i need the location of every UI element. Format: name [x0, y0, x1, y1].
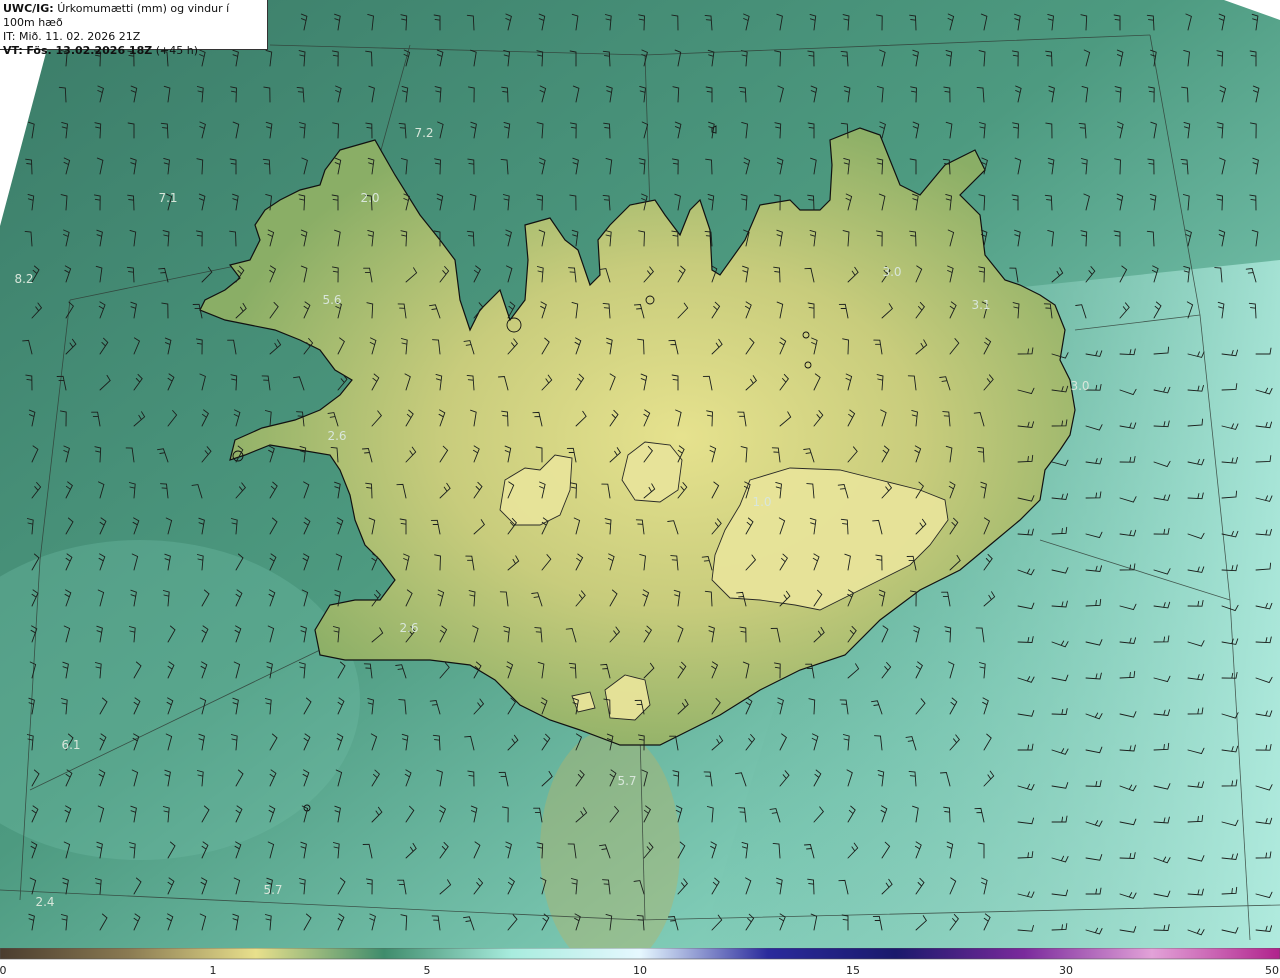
- value-label: 5.7: [263, 883, 282, 897]
- weather-map[interactable]: 7.2 7.1 2.0 8.2 5.6 3.0 3.1 3.0 2.6 1.0 2.6 6.1 5.7 5…: [0, 0, 1280, 948]
- lead-time: (+45 h): [155, 44, 198, 57]
- value-label: 6.1: [61, 738, 80, 752]
- value-label: 7.2: [414, 126, 433, 140]
- value-label: 1.0: [752, 495, 771, 509]
- colorbar: 0 1 5 10 15 30 50: [0, 948, 1280, 978]
- valid-time-line: VT: Fös. 13.02.2026 18Z (+45 h): [3, 44, 264, 58]
- init-time: IT: Mið. 11. 02. 2026 21Z: [3, 30, 141, 43]
- colorbar-tick-label: 30: [1059, 964, 1073, 977]
- map-info-box: UWC/IG: Úrkomumætti (mm) og vindur í 100…: [0, 0, 268, 57]
- colorbar-tick-label: 50: [1265, 964, 1279, 977]
- value-label: 5.7: [617, 774, 636, 788]
- value-label: 3.1: [971, 298, 990, 312]
- valid-time: Fös. 13.02.2026 18Z: [26, 44, 153, 57]
- colorbar-tick-label: 15: [846, 964, 860, 977]
- map-title-line: UWC/IG: Úrkomumætti (mm) og vindur í 100…: [3, 2, 264, 30]
- value-label: 2.6: [399, 621, 418, 635]
- valid-prefix: VT:: [3, 44, 23, 57]
- value-label: 2.4: [35, 895, 54, 909]
- value-label: 5.6: [322, 293, 341, 307]
- map-viewer: 7.2 7.1 2.0 8.2 5.6 3.0 3.1 3.0 2.6 1.0 2.6 6.1 5.7 5…: [0, 0, 1280, 978]
- value-label: 2.0: [360, 191, 379, 205]
- colorbar-tick-label: 0: [0, 964, 7, 977]
- value-label: 7.1: [158, 191, 177, 205]
- value-label: 3.0: [1070, 379, 1089, 393]
- colorbar-tick-label: 5: [423, 964, 431, 977]
- value-label: 2.6: [327, 429, 346, 443]
- value-label: 3.0: [882, 265, 901, 279]
- value-label: 8.2: [14, 272, 33, 286]
- colorbar-tick-label: 10: [633, 964, 647, 977]
- colorbar-tick-label: 1: [209, 964, 217, 977]
- model-name: UWC/IG:: [3, 2, 54, 15]
